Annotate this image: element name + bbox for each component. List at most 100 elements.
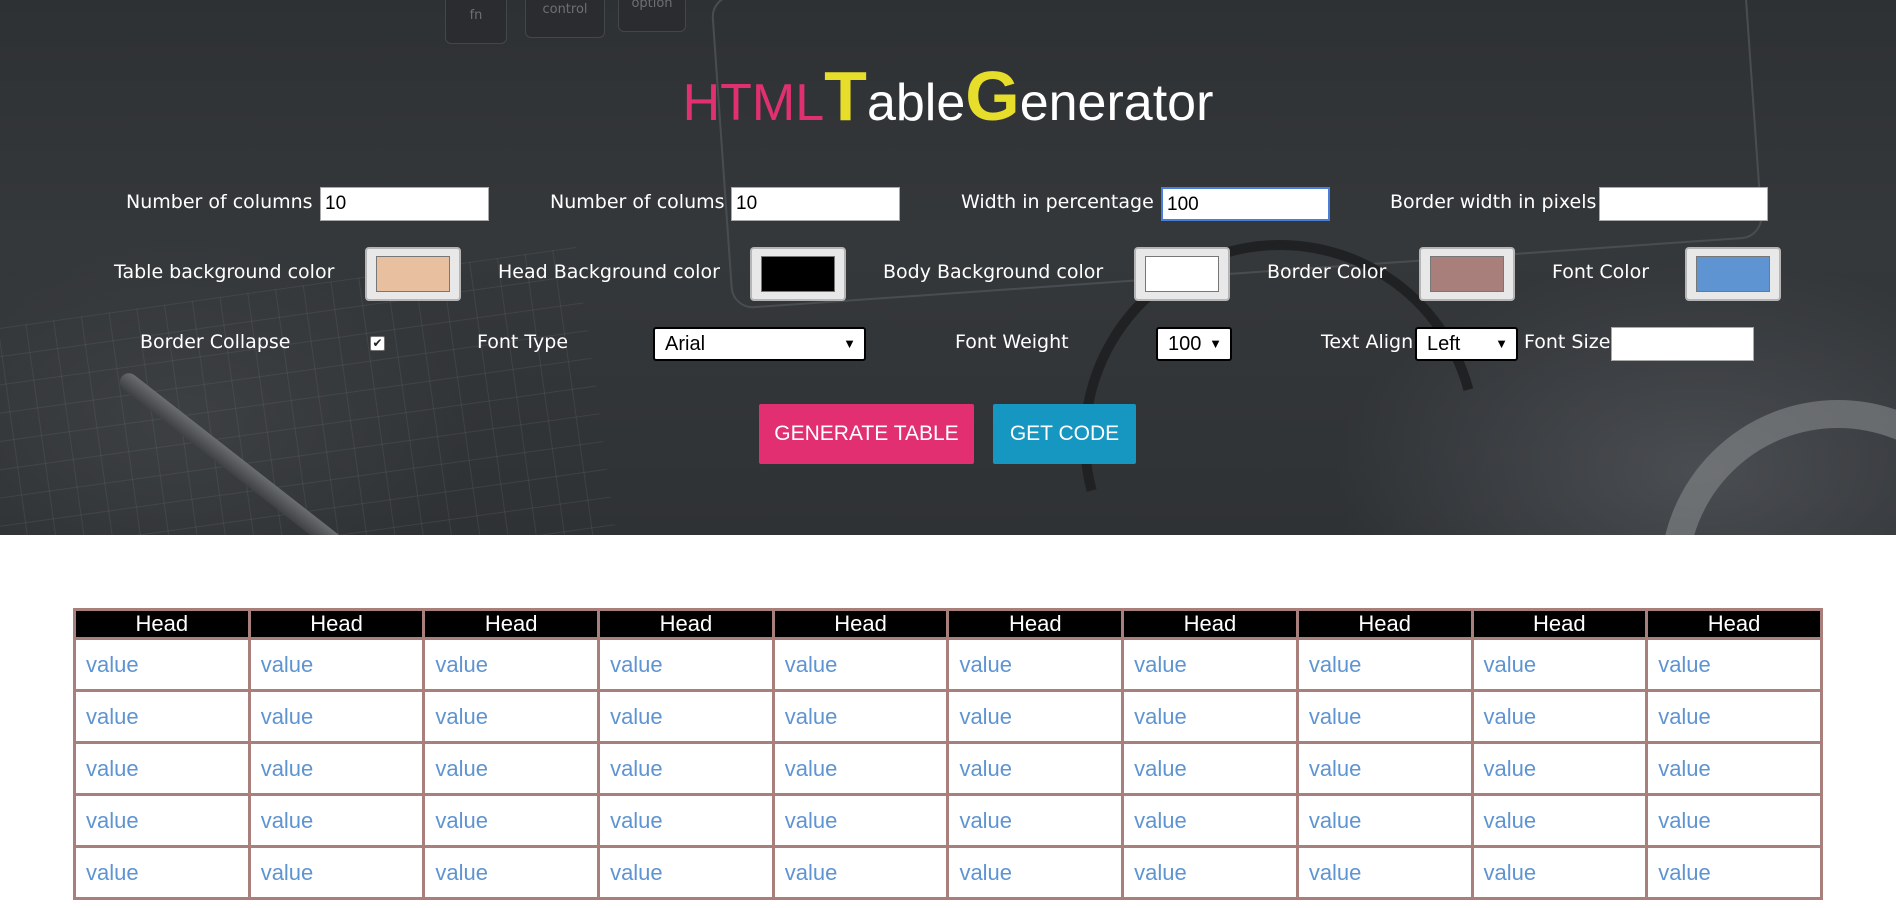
table-cell: value xyxy=(247,689,426,744)
dropdown-arrow-icon: ▼ xyxy=(843,336,856,351)
table-cell: value xyxy=(73,637,251,692)
key-label: option xyxy=(631,0,673,11)
font-type-selected: Arial xyxy=(665,333,706,355)
border-color-picker[interactable] xyxy=(1419,247,1515,301)
table-cell: value xyxy=(422,793,601,848)
num-colums-label: Number of colums xyxy=(550,191,725,213)
table-cell: value xyxy=(771,637,950,692)
table-cell: value xyxy=(247,845,426,900)
table-row: value value value value value value value value… xyxy=(73,741,1823,796)
table-cell: value xyxy=(946,845,1125,900)
page-title: HTMLTableGenerator xyxy=(0,56,1896,143)
table-cell: value xyxy=(1295,793,1474,848)
text-align-selected: Left xyxy=(1427,333,1461,355)
table-cell: value xyxy=(1295,689,1474,744)
table-cell: value xyxy=(1295,741,1474,796)
table-cell: value xyxy=(946,741,1125,796)
table-cell: value xyxy=(1645,845,1823,900)
font-size-label: Font Size xyxy=(1524,331,1611,353)
table-cell: value xyxy=(597,793,775,848)
table-cell: value xyxy=(73,845,251,900)
title-enerator: enerator xyxy=(1019,74,1214,132)
table-cell: value xyxy=(771,689,950,744)
table-row: value value value value value value value value… xyxy=(73,793,1823,848)
body-bg-color-picker[interactable] xyxy=(1134,247,1230,301)
border-collapse-checkbox[interactable]: ✔ xyxy=(370,336,385,351)
table-cell: value xyxy=(597,741,775,796)
text-align-select[interactable]: Left ▼ xyxy=(1415,327,1518,361)
num-columns-input[interactable]: 10 xyxy=(320,187,489,221)
table-cell: value xyxy=(422,637,601,692)
table-cell: value xyxy=(597,845,775,900)
table-row: value value value value value value value value… xyxy=(73,689,1823,744)
head-bg-color-picker[interactable] xyxy=(750,247,846,301)
table-cell: value xyxy=(946,793,1125,848)
table-header-cell: Head xyxy=(73,608,251,640)
font-type-label: Font Type xyxy=(477,331,569,353)
font-type-select[interactable]: Arial ▼ xyxy=(653,327,866,361)
generated-table: Head Head Head Head Head Head Head Head Head Head… xyxy=(73,608,1823,900)
border-width-input[interactable] xyxy=(1599,187,1768,221)
table-header-cell: Head xyxy=(1121,608,1299,640)
table-cell: value xyxy=(1121,741,1299,796)
table-cell: value xyxy=(1121,689,1299,744)
border-color-label: Border Color xyxy=(1267,261,1387,283)
dropdown-arrow-icon: ▼ xyxy=(1209,336,1222,351)
table-row: value value value value value value value value… xyxy=(73,845,1823,900)
checkmark-icon: ✔ xyxy=(372,336,383,350)
table-cell: value xyxy=(1470,689,1649,744)
table-cell: value xyxy=(771,793,950,848)
table-cell: value xyxy=(1121,793,1299,848)
width-percentage-label: Width in percentage xyxy=(961,191,1154,213)
table-cell: value xyxy=(1645,689,1823,744)
generate-table-button[interactable]: GENERATE TABLE xyxy=(759,404,974,464)
table-cell: value xyxy=(1645,637,1823,692)
table-cell: value xyxy=(1470,793,1649,848)
table-cell: value xyxy=(946,637,1125,692)
table-cell: value xyxy=(1645,793,1823,848)
table-row: value value value value value value value value… xyxy=(73,637,1823,692)
background-key-option: option xyxy=(618,0,686,32)
table-cell: value xyxy=(1470,637,1649,692)
table-head-row: Head Head Head Head Head Head Head Head Head Head xyxy=(73,608,1823,640)
color-swatch xyxy=(1145,256,1219,292)
font-weight-select[interactable]: 100 ▼ xyxy=(1156,327,1232,361)
table-cell: value xyxy=(1121,637,1299,692)
table-header-cell: Head xyxy=(1470,608,1649,640)
table-header-cell: Head xyxy=(597,608,775,640)
num-colums-input[interactable]: 10 xyxy=(731,187,900,221)
table-cell: value xyxy=(1470,845,1649,900)
table-cell: value xyxy=(1295,637,1474,692)
table-cell: value xyxy=(247,637,426,692)
table-cell: value xyxy=(1645,741,1823,796)
table-header-cell: Head xyxy=(946,608,1125,640)
table-cell: value xyxy=(73,793,251,848)
table-cell: value xyxy=(1295,845,1474,900)
text-align-label: Text Align xyxy=(1321,331,1414,353)
table-header-cell: Head xyxy=(1295,608,1474,640)
num-columns-label: Number of columns xyxy=(126,191,313,213)
title-letter-t: T xyxy=(824,57,867,135)
table-cell: value xyxy=(597,689,775,744)
head-bg-color-label: Head Background color xyxy=(498,261,720,283)
table-cell: value xyxy=(422,845,601,900)
table-cell: value xyxy=(1470,741,1649,796)
table-cell: value xyxy=(73,689,251,744)
get-code-button[interactable]: GET CODE xyxy=(993,404,1136,464)
table-cell: value xyxy=(1121,845,1299,900)
body-bg-color-label: Body Background color xyxy=(883,261,1104,283)
title-html: HTML xyxy=(682,74,825,132)
font-size-input[interactable] xyxy=(1611,327,1754,361)
table-header-cell: Head xyxy=(771,608,950,640)
border-collapse-label: Border Collapse xyxy=(140,331,291,353)
table-cell: value xyxy=(771,845,950,900)
background-grid-paper xyxy=(0,246,618,535)
hero-header: fn control option HTMLTableGenerator Num… xyxy=(0,0,1896,535)
table-cell: value xyxy=(597,637,775,692)
width-percentage-input[interactable]: 100 xyxy=(1161,187,1330,221)
background-key-fn: fn xyxy=(445,0,507,44)
font-weight-label: Font Weight xyxy=(955,331,1069,353)
table-bg-color-picker[interactable] xyxy=(365,247,461,301)
font-color-picker[interactable] xyxy=(1685,247,1781,301)
key-label: control xyxy=(542,2,588,17)
